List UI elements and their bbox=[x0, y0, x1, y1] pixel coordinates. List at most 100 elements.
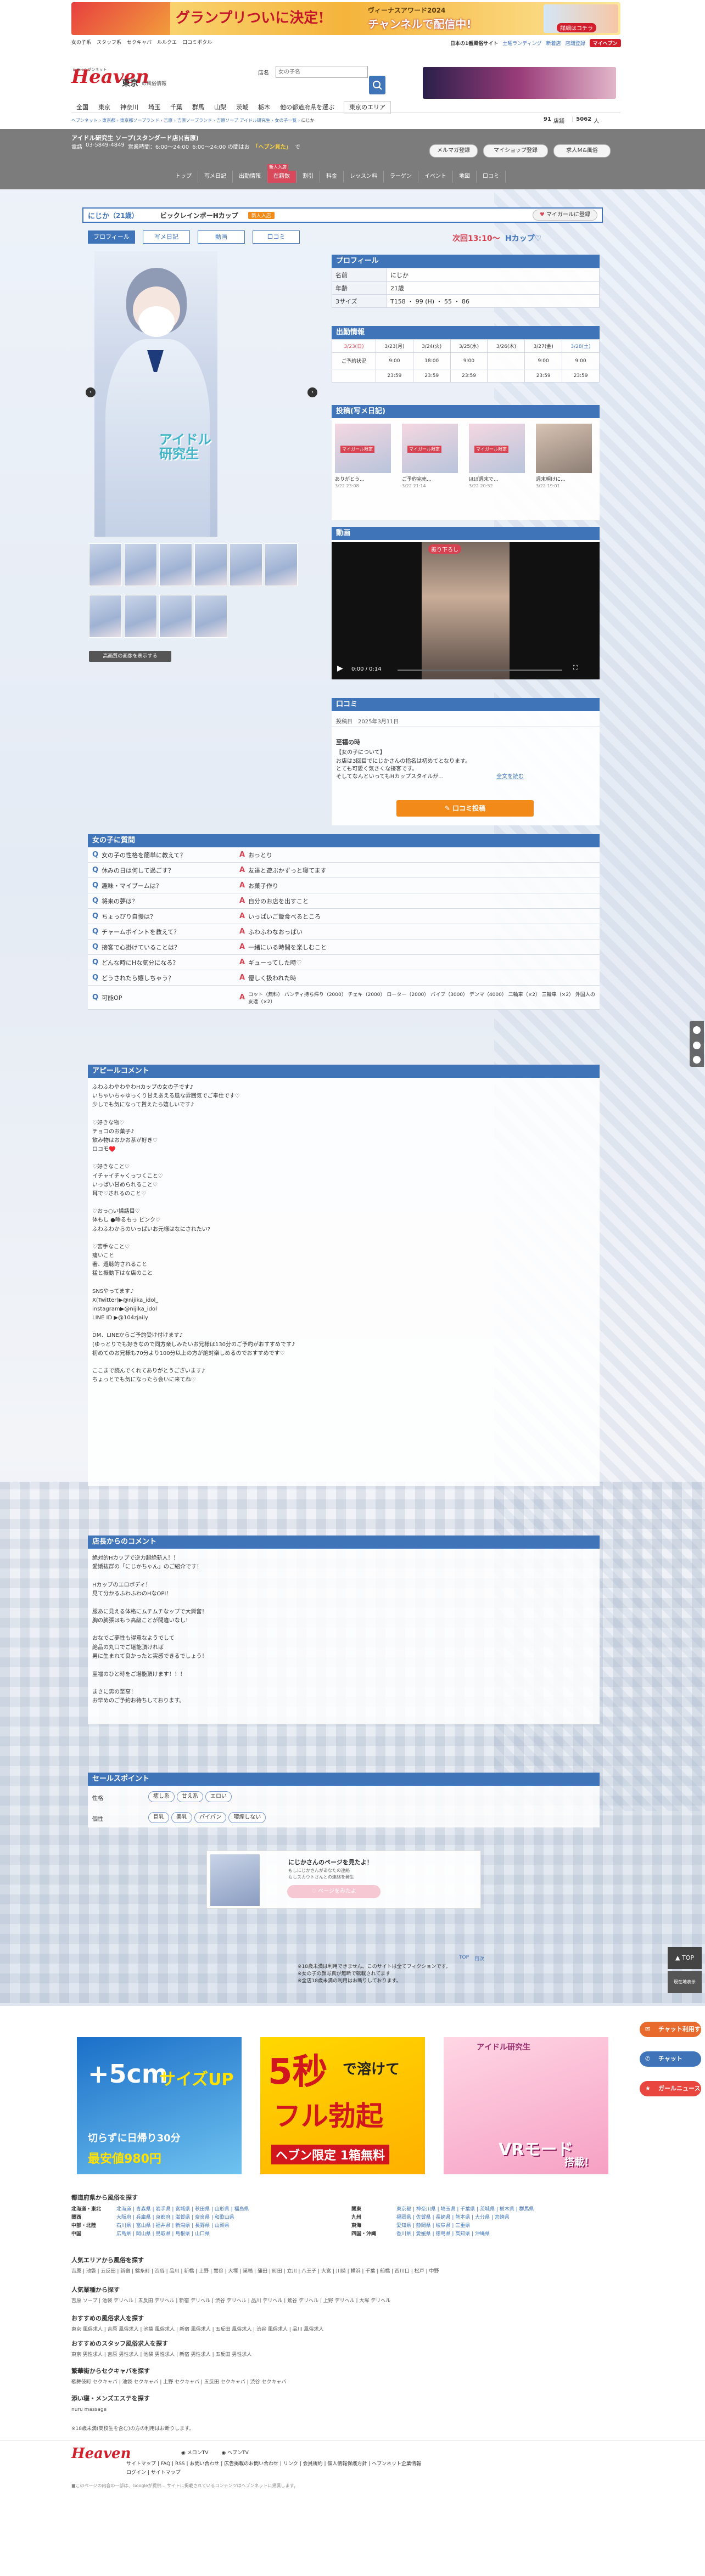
footer-nav[interactable]: ログイン | サイトマップ bbox=[126, 2468, 181, 2476]
pref-links[interactable]: 広島県 | 岡山県 | 鳥取県 | 島根県 | 山口県 bbox=[116, 2230, 210, 2237]
hires-button[interactable]: 高画質の画像を表示する bbox=[89, 651, 171, 662]
pref-links[interactable]: 東京都 | 神奈川県 | 埼玉県 | 千葉県 | 茨城県 | 栃木県 | 群馬県 bbox=[396, 2205, 534, 2212]
top-link[interactable]: 口コミポタル bbox=[182, 38, 212, 47]
shop-tab[interactable]: 口コミ bbox=[477, 171, 506, 183]
my-heaven-badge[interactable]: マイヘブン bbox=[589, 38, 621, 47]
shop-tab[interactable]: トップ bbox=[169, 171, 198, 183]
shop-tab[interactable]: レッスン料 bbox=[344, 171, 384, 183]
share-icon[interactable] bbox=[693, 1026, 701, 1034]
breadcrumb-item[interactable]: ヘブンネット bbox=[71, 118, 98, 123]
breadcrumb-item[interactable]: 吉原 bbox=[164, 118, 172, 123]
photo-thumb[interactable] bbox=[89, 595, 122, 638]
photo-thumb[interactable] bbox=[159, 595, 192, 638]
photo-thumb[interactable] bbox=[194, 543, 227, 586]
header-promo-link[interactable]: 新着店 bbox=[546, 40, 561, 47]
footer-link-list[interactable]: 吉原 | 池袋 | 五反田 | 新宿 | 錦糸町 | 渋谷 | 品川 | 新橋 … bbox=[71, 2268, 620, 2275]
header-ad-banner[interactable] bbox=[423, 67, 616, 99]
photo-thumb[interactable] bbox=[124, 595, 157, 638]
nav-item[interactable]: 他の都道府県を選ぶ bbox=[275, 102, 339, 114]
footer-logo[interactable]: Heaven bbox=[71, 2445, 131, 2462]
video-progress[interactable] bbox=[398, 670, 562, 671]
ad-banner[interactable]: 5秒 で溶けて フル勃起 ヘブン限定 1箱無料 bbox=[260, 2037, 425, 2174]
breadcrumb-item[interactable]: 吉原ソープ アイドル研究生 bbox=[216, 118, 270, 123]
footer-nav[interactable]: サイトマップ | FAQ | RSS | お問い合わせ | 広告掲載のお問い合わ… bbox=[126, 2460, 620, 2467]
shop-tab[interactable]: 地図 bbox=[453, 171, 477, 183]
shop-tel[interactable]: 03-5849-4849 bbox=[86, 142, 125, 150]
photo-thumb[interactable] bbox=[194, 595, 227, 638]
photo-prev-button[interactable]: ‹ bbox=[86, 387, 96, 397]
top-link[interactable]: セクキャバ bbox=[127, 38, 152, 47]
nav-item[interactable]: 全国 bbox=[71, 102, 93, 114]
footer-link-list[interactable]: 東京 風俗求人 | 吉原 風俗求人 | 池袋 風俗求人 | 新宿 風俗求人 | … bbox=[71, 2326, 620, 2333]
chat-use-button[interactable]: ✉ チャット利用する bbox=[640, 2022, 701, 2048]
nav-item[interactable]: 埼玉 bbox=[143, 102, 165, 114]
pref-links[interactable]: 福岡県 | 佐賀県 | 長崎県 | 熊本県 | 大分県 | 宮崎県 bbox=[396, 2213, 510, 2220]
video-player[interactable]: 振り下ろし ▶ 0:00 / 0:14 ⛶ bbox=[332, 542, 600, 679]
diary-item[interactable]: マイガール限定 ご予約完売... 3/22 21:14 bbox=[402, 424, 458, 488]
tab-diary[interactable]: 写メ日記 bbox=[143, 230, 190, 244]
footer-link-list[interactable]: nuru massage bbox=[71, 2406, 620, 2414]
top-link[interactable]: 女の子系 bbox=[71, 38, 91, 47]
nav-item[interactable]: 千葉 bbox=[165, 102, 187, 114]
my-shop-button[interactable]: マイショップ登録 bbox=[483, 144, 548, 158]
pref-links[interactable]: 愛知県 | 静岡県 | 岐阜県 | 三重県 bbox=[396, 2221, 470, 2229]
girl-news-button[interactable]: ★ ガールニュース bbox=[640, 2081, 701, 2096]
info-link[interactable]: TOP bbox=[459, 1955, 469, 1962]
mail-magazine-button[interactable]: メルマガ登録 bbox=[429, 144, 478, 158]
mygirl-button[interactable]: ♥ マイガールに登録 bbox=[532, 210, 597, 221]
pref-links[interactable]: 大阪府 | 兵庫県 | 京都府 | 滋賀県 | 奈良県 | 和歌山県 bbox=[116, 2213, 234, 2220]
photo-thumb[interactable] bbox=[265, 543, 298, 586]
footer-app-link[interactable]: ◉ ヘブンTV bbox=[221, 2449, 248, 2456]
header-promo-link[interactable]: 店舗登録 bbox=[566, 40, 585, 47]
footer-link-list[interactable]: 歌舞伎町 セクキャバ | 池袋 セクキャバ | 上野 セクキャバ | 五反田 セ… bbox=[71, 2378, 620, 2386]
shop-tab-active[interactable]: 在籍数 新人入店 bbox=[267, 164, 296, 183]
back-to-top-button[interactable]: ▲ TOP bbox=[668, 1947, 702, 1969]
banner-detail-link[interactable]: 詳細はコチラ bbox=[557, 23, 596, 32]
photo-thumb[interactable] bbox=[124, 543, 157, 586]
play-icon[interactable]: ▶ bbox=[337, 664, 343, 673]
shop-tab[interactable]: 写メ日記 bbox=[198, 171, 233, 183]
location-button[interactable]: 現在地表示 bbox=[668, 1971, 702, 1993]
top-link[interactable]: スタッフ系 bbox=[97, 38, 121, 47]
nav-item-area[interactable]: 東京のエリア bbox=[344, 101, 391, 114]
review-read-more[interactable]: 全文を読む bbox=[496, 772, 524, 780]
shop-tab[interactable]: 割引 bbox=[296, 171, 320, 183]
tab-review[interactable]: 口コミ bbox=[253, 230, 300, 244]
nav-item[interactable]: 東京 bbox=[93, 102, 115, 114]
chat-button[interactable]: ✆ チャット bbox=[640, 2051, 701, 2067]
top-promo-banner[interactable]: グランプリついに決定! ヴィーナスアワード2024 チャンネルで配信中! 詳細は… bbox=[71, 2, 620, 35]
pref-links[interactable]: 香川県 | 愛媛県 | 徳島県 | 高知県 | 沖縄県 bbox=[396, 2230, 490, 2237]
ad-banner[interactable]: +5cm サイズUP 切らずに日帰り30分 最安値980円 bbox=[77, 2037, 242, 2174]
shop-name[interactable]: アイドル研究生 ソープ(スタンダード店)(吉原) bbox=[71, 133, 199, 142]
shop-tab[interactable]: 出勤情報 bbox=[233, 171, 267, 183]
schedule-cell[interactable]: ご予約状況 bbox=[332, 352, 376, 369]
shop-tab[interactable]: 料金 bbox=[320, 171, 344, 183]
tab-video[interactable]: 動画 bbox=[198, 230, 245, 244]
nav-item[interactable]: 栃木 bbox=[253, 102, 275, 114]
photo-thumb[interactable] bbox=[159, 543, 192, 586]
breadcrumb-item[interactable]: 吉原ソープランド bbox=[177, 118, 212, 123]
photo-thumb[interactable] bbox=[89, 543, 122, 586]
share-icon[interactable] bbox=[693, 1056, 701, 1064]
diary-item[interactable]: マイガール限定 ほぼ週末で... 3/22 20:52 bbox=[469, 424, 525, 488]
search-input[interactable] bbox=[276, 66, 368, 78]
footer-app-link[interactable]: ◉ メロンTV bbox=[181, 2449, 208, 2456]
diary-item[interactable]: 週末明けに... 3/22 19:01 bbox=[536, 424, 592, 488]
breadcrumb-item[interactable]: 女の子一覧 bbox=[275, 118, 296, 123]
main-photo[interactable]: アイドル研究生 bbox=[94, 251, 217, 537]
mypage-button[interactable]: ♡ ページをみたよ bbox=[287, 1885, 381, 1898]
post-review-button[interactable]: ✎ 口コミ投稿 bbox=[396, 800, 534, 817]
footer-link-list[interactable]: 東京 男性求人 | 吉原 男性求人 | 池袋 男性求人 | 新宿 男性求人 | … bbox=[71, 2351, 620, 2359]
fullscreen-icon[interactable]: ⛶ bbox=[573, 664, 578, 672]
shop-tab[interactable]: イベント bbox=[418, 171, 453, 183]
diary-item[interactable]: マイガール限定 ありがとう... 3/22 23:08 bbox=[335, 424, 391, 488]
nav-item[interactable]: 群馬 bbox=[187, 102, 209, 114]
footer-link-list[interactable]: 吉原 ソープ | 池袋 デリヘル | 五反田 デリヘル | 新宿 デリヘル | … bbox=[71, 2297, 620, 2305]
photo-thumb[interactable] bbox=[230, 543, 262, 586]
share-icon[interactable] bbox=[693, 1042, 701, 1049]
header-promo-link[interactable]: 土曜ランディング bbox=[502, 40, 541, 47]
tab-profile[interactable]: プロフィール bbox=[88, 230, 135, 244]
ad-banner[interactable]: アイドル研究生 VRモード 搭載！ bbox=[444, 2037, 608, 2174]
info-link[interactable]: 目次 bbox=[474, 1955, 484, 1962]
nav-item[interactable]: 神奈川 bbox=[115, 102, 143, 114]
